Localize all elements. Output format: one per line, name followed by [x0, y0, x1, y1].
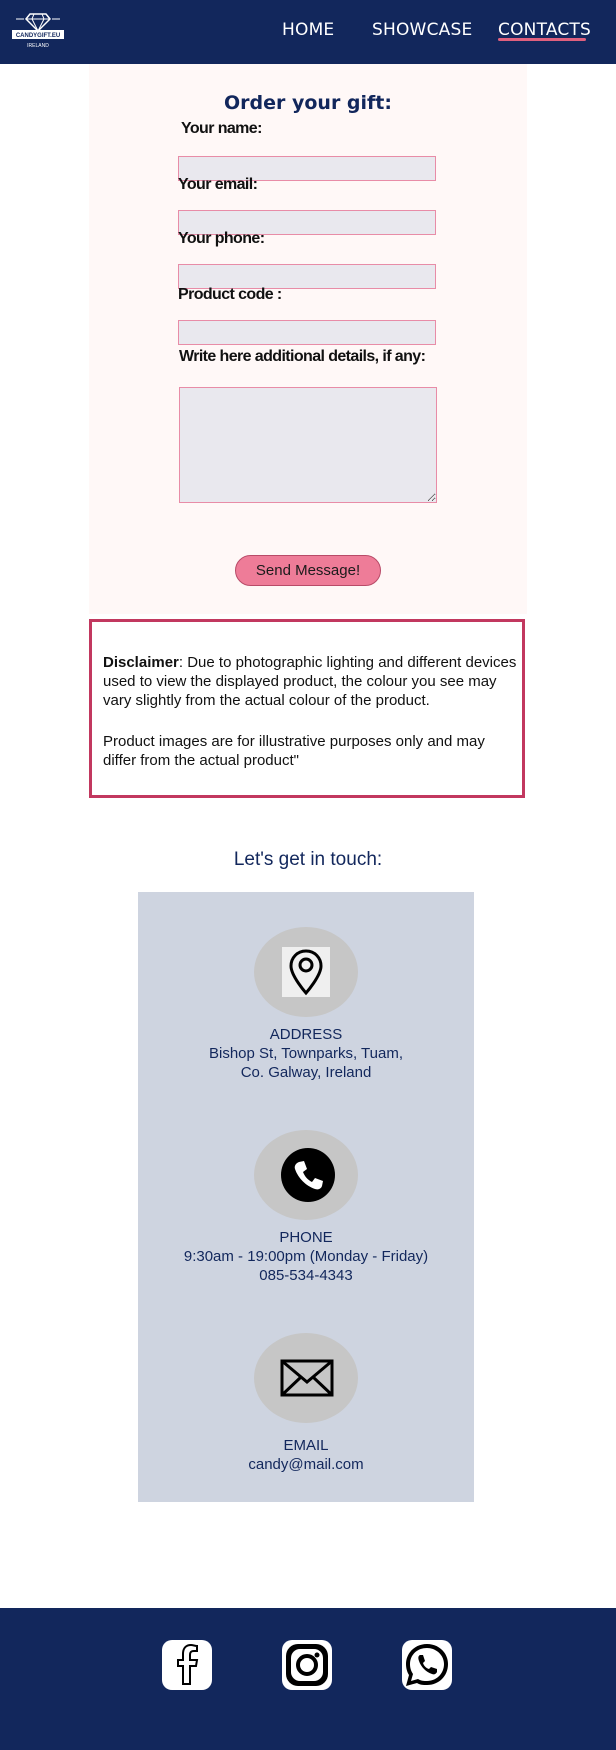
- details-textarea[interactable]: [179, 387, 437, 503]
- order-form: Order your gift: Your name: Your email: …: [89, 64, 527, 614]
- instagram-link[interactable]: [282, 1640, 332, 1690]
- site-logo[interactable]: CANDYGIFT.EU IRELAND: [8, 6, 68, 50]
- name-label: Your name:: [181, 120, 262, 137]
- envelope-icon: [280, 1359, 334, 1397]
- email-label: EMAIL: [283, 1437, 329, 1454]
- product-code-label: Product code :: [178, 286, 282, 303]
- phone-icon-circle: [254, 1130, 358, 1220]
- product-code-field[interactable]: [178, 320, 436, 345]
- whatsapp-icon: [406, 1644, 448, 1686]
- logo-brand-text: CANDYGIFT.EU: [16, 33, 60, 39]
- email-label: Your email:: [178, 176, 258, 193]
- facebook-icon: [177, 1643, 199, 1685]
- contact-panel: ADDRESS Bishop St, Townparks, Tuam, Co. …: [138, 892, 474, 1502]
- disclaimer-heading: Disclaimer: [103, 654, 179, 671]
- instagram-icon: [286, 1644, 328, 1686]
- address-line-1: Bishop St, Townparks, Tuam,: [209, 1045, 403, 1062]
- email-icon-circle: [254, 1333, 358, 1423]
- nav-showcase-link[interactable]: SHOWCASE: [372, 20, 472, 40]
- address-line-2: Co. Galway, Ireland: [240, 1064, 372, 1081]
- nav-contacts-link[interactable]: CONTACTS: [498, 20, 591, 40]
- phone-number[interactable]: 085-534-4343: [138, 1266, 474, 1285]
- address-icon-circle: [254, 927, 358, 1017]
- facebook-link[interactable]: [162, 1640, 212, 1690]
- nav-home-link[interactable]: HOME: [282, 20, 334, 40]
- phone-icon: [281, 1148, 335, 1202]
- phone-label: Your phone:: [178, 230, 265, 247]
- phone-label: PHONE: [279, 1229, 333, 1246]
- footer: [0, 1608, 616, 1750]
- email-address[interactable]: candy@mail.com: [138, 1455, 474, 1474]
- disclaimer-box: Disclaimer: Due to photographic lighting…: [89, 619, 525, 798]
- whatsapp-link[interactable]: [402, 1640, 452, 1690]
- phone-hours: 9:30am - 19:00pm (Monday - Friday): [183, 1248, 429, 1265]
- navbar: CANDYGIFT.EU IRELAND HOME SHOWCASE CONTA…: [0, 0, 616, 64]
- diamond-logo-icon: CANDYGIFT.EU IRELAND: [12, 13, 64, 49]
- disclaimer-paragraph: Disclaimer: Due to photographic lighting…: [103, 653, 517, 710]
- logo-sub-text: IRELAND: [27, 43, 49, 49]
- nav-active-underline: [498, 38, 586, 41]
- form-title: Order your gift:: [223, 92, 392, 114]
- disclaimer-text-2: Product images are for illustrative purp…: [103, 733, 485, 769]
- contact-title: Let's get in touch:: [233, 849, 383, 870]
- send-message-button[interactable]: Send Message!: [235, 555, 381, 586]
- location-pin-icon: [282, 947, 330, 997]
- address-label: ADDRESS: [269, 1026, 343, 1043]
- details-label: Write here additional details, if any:: [179, 348, 426, 365]
